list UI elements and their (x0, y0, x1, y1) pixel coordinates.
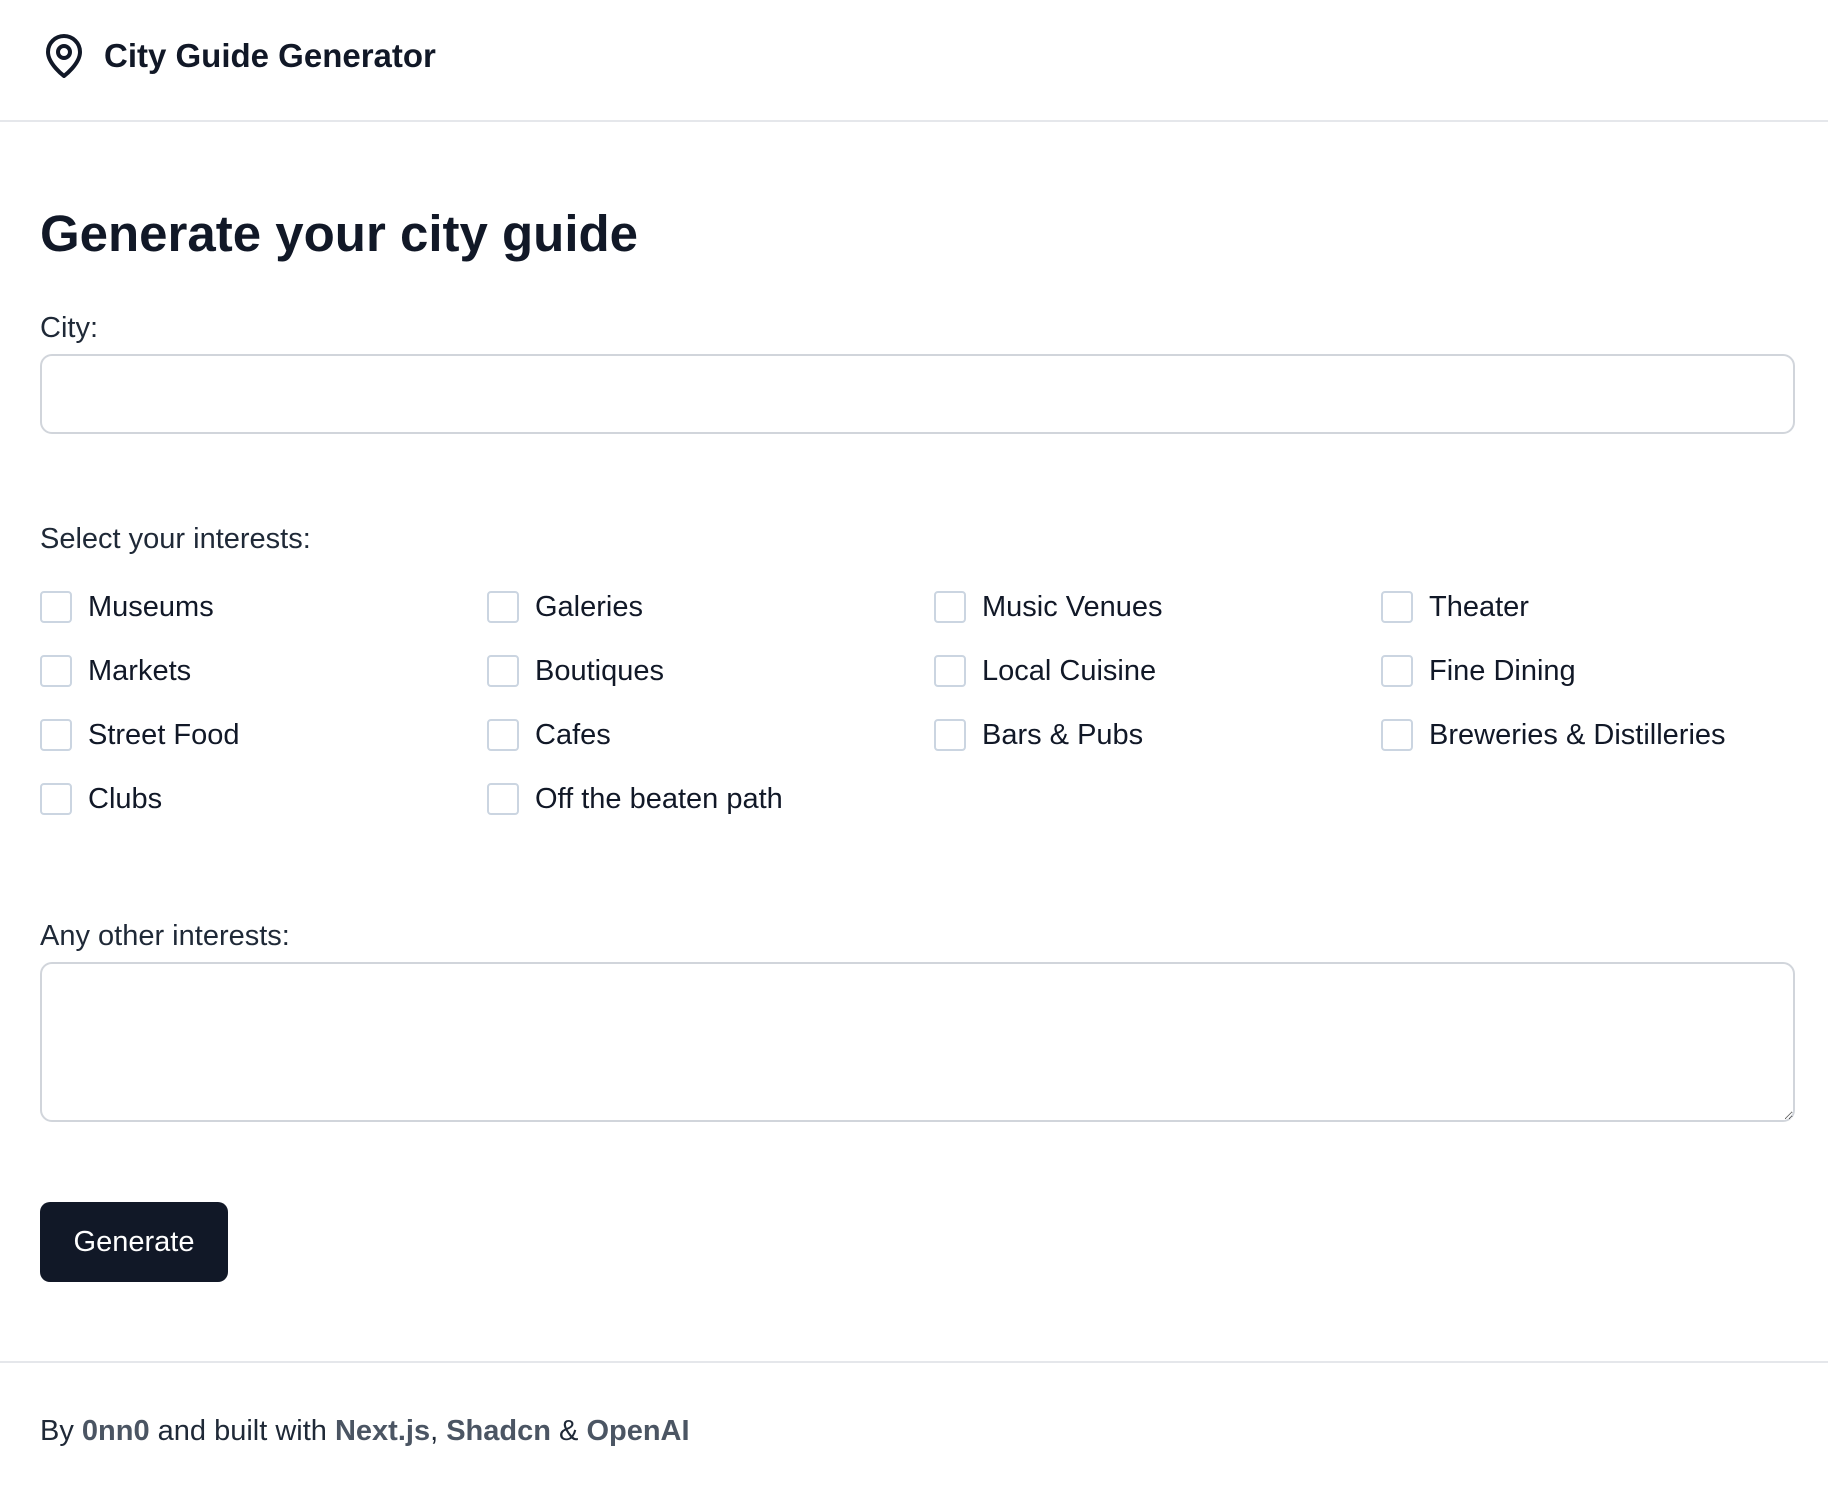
interest-checkbox[interactable] (934, 655, 966, 687)
interest-label: Markets (88, 655, 192, 687)
shadcn-link[interactable]: Shadcn (446, 1415, 551, 1447)
interest-option[interactable]: Clubs (40, 779, 162, 819)
interest-label: Music Venues (982, 591, 1163, 623)
interest-label: Museums (88, 591, 214, 623)
interest-checkbox[interactable] (40, 591, 72, 623)
interest-option[interactable]: Cafes (487, 715, 611, 755)
interest-checkbox[interactable] (40, 655, 72, 687)
interest-label: Local Cuisine (982, 655, 1157, 687)
interest-checkbox[interactable] (487, 655, 519, 687)
footer-middle: and built with (149, 1415, 335, 1447)
footer-sep-2: & (550, 1415, 587, 1447)
footer-credits: By 0nn0 and built with Next.js, Shadcn &… (40, 1413, 690, 1449)
interest-label: Fine Dining (1429, 655, 1576, 687)
interest-checkbox[interactable] (1381, 655, 1413, 687)
interest-checkbox[interactable] (1381, 719, 1413, 751)
footer-sep-1: , (430, 1415, 447, 1447)
city-input[interactable] (40, 354, 1795, 434)
interest-option[interactable]: Off the beaten path (487, 779, 783, 819)
interest-checkbox[interactable] (487, 591, 519, 623)
app-title: City Guide Generator (104, 37, 436, 74)
footer-prefix: By (40, 1415, 82, 1447)
nextjs-link[interactable]: Next.js (335, 1415, 430, 1447)
map-pin-icon (46, 34, 82, 78)
interest-option[interactable]: Breweries & Distilleries (1381, 715, 1726, 755)
interest-checkbox[interactable] (487, 783, 519, 815)
interest-label: Bars & Pubs (982, 719, 1144, 751)
interest-option[interactable]: Fine Dining (1381, 651, 1576, 691)
generate-button[interactable]: Generate (40, 1202, 228, 1282)
interest-label: Off the beaten path (535, 783, 783, 815)
interest-option[interactable]: Theater (1381, 587, 1529, 627)
interest-label: Breweries & Distilleries (1429, 719, 1726, 751)
interest-checkbox[interactable] (40, 719, 72, 751)
author-link[interactable]: 0nn0 (82, 1415, 150, 1447)
interest-checkbox[interactable] (934, 591, 966, 623)
interest-option[interactable]: Boutiques (487, 651, 664, 691)
interest-option[interactable]: Markets (40, 651, 191, 691)
interest-label: Cafes (535, 719, 611, 751)
interest-option[interactable]: Street Food (40, 715, 240, 755)
interest-label: Clubs (88, 783, 163, 815)
app-header: City Guide Generator (0, 0, 1828, 122)
page-title: Generate your city guide (40, 205, 639, 262)
other-interests-textarea[interactable] (40, 962, 1795, 1122)
interest-option[interactable]: Museums (40, 587, 214, 627)
interest-checkbox[interactable] (40, 783, 72, 815)
interest-option[interactable]: Local Cuisine (934, 651, 1156, 691)
interest-label: Galeries (535, 591, 643, 623)
interest-option[interactable]: Bars & Pubs (934, 715, 1143, 755)
interest-option[interactable]: Music Venues (934, 587, 1163, 627)
interest-checkbox[interactable] (934, 719, 966, 751)
interest-label: Boutiques (535, 655, 664, 687)
interest-option[interactable]: Galeries (487, 587, 643, 627)
city-label: City: (40, 312, 98, 344)
interests-label: Select your interests: (40, 523, 311, 555)
page-footer: By 0nn0 and built with Next.js, Shadcn &… (0, 1361, 1828, 1492)
openai-link[interactable]: OpenAI (586, 1415, 689, 1447)
interest-checkbox[interactable] (1381, 591, 1413, 623)
interest-checkbox[interactable] (487, 719, 519, 751)
interest-label: Street Food (88, 719, 240, 751)
interest-label: Theater (1429, 591, 1529, 623)
other-interests-label: Any other interests: (40, 920, 290, 952)
